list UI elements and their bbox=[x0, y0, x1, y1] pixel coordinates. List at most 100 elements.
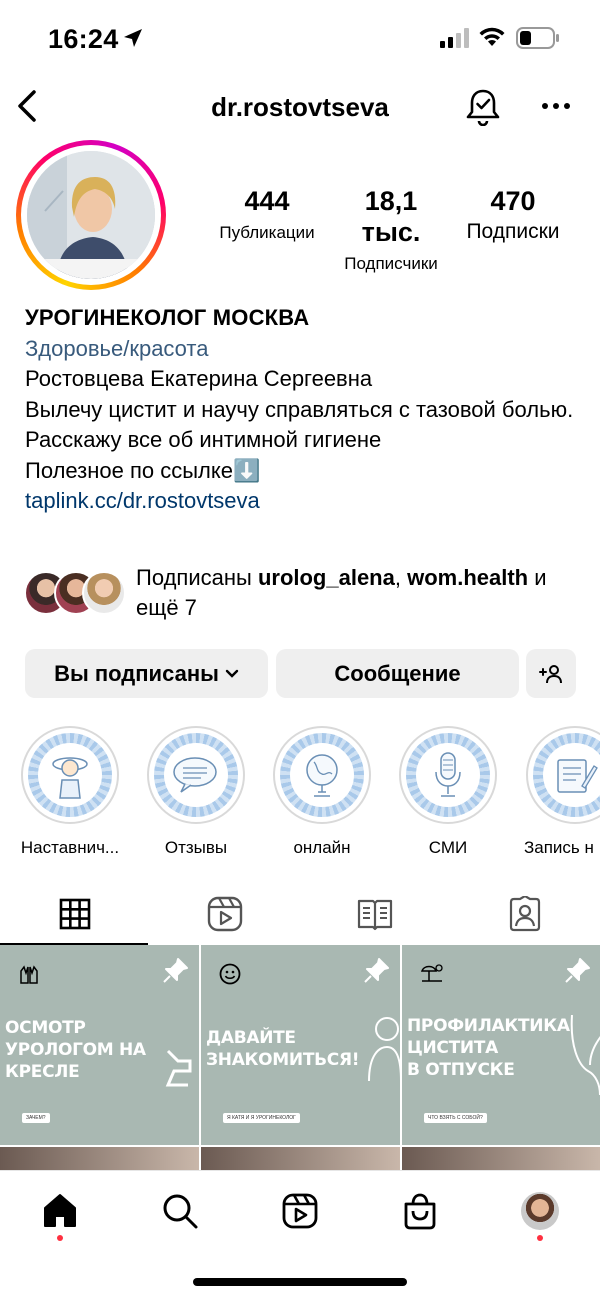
highlight-label: СМИ bbox=[428, 838, 468, 857]
profile-username: dr.rostovtseva bbox=[211, 92, 389, 122]
bio-category[interactable]: Здоровье/красота bbox=[25, 334, 585, 365]
home-icon bbox=[44, 1194, 76, 1227]
bottom-navigation bbox=[0, 1170, 600, 1297]
pin-icon bbox=[565, 958, 590, 983]
suggested-users-button[interactable] bbox=[526, 649, 576, 698]
followers-count[interactable]: 18,1 тыс. Подписчики bbox=[332, 186, 450, 274]
search-icon bbox=[163, 1194, 198, 1229]
post-tile[interactable] bbox=[402, 1147, 600, 1170]
nav-profile[interactable] bbox=[510, 1189, 570, 1233]
smiley-icon bbox=[219, 963, 241, 985]
bell-check-icon bbox=[466, 89, 500, 127]
mutual-follower-user[interactable]: urolog_alena bbox=[258, 565, 395, 590]
home-notification-dot bbox=[57, 1235, 63, 1241]
battery-icon bbox=[516, 27, 559, 49]
cellular-signal-icon bbox=[440, 28, 469, 48]
post-title: ОСМОТР УРОЛОГОМ НА КРЕСЛЕ bbox=[5, 1018, 146, 1082]
bio-name: УРОГИНЕКОЛОГ МОСКВА bbox=[25, 305, 310, 330]
bio-line: Вылечу цистит и научу справляться с тазо… bbox=[25, 396, 574, 422]
post-tile[interactable] bbox=[0, 1147, 199, 1170]
post-tile[interactable]: ОСМОТР УРОЛОГОМ НА КРЕСЛЕ ЗАЧЕМ? bbox=[0, 945, 199, 1145]
exam-chair-illustration bbox=[165, 1049, 192, 1087]
highlight-item[interactable]: Наставнич... bbox=[20, 726, 120, 858]
reels-icon bbox=[207, 896, 243, 932]
post-tile[interactable] bbox=[201, 1147, 400, 1170]
more-dots-icon bbox=[542, 103, 570, 109]
following-button-label: Вы подписаны bbox=[54, 660, 219, 686]
tab-tagged[interactable] bbox=[450, 883, 600, 945]
bio-line: Ростовцева Екатерина Сергеевна bbox=[25, 366, 373, 391]
following-count[interactable]: 470 Подписки bbox=[454, 186, 572, 244]
add-person-icon bbox=[539, 664, 562, 683]
beach-icon bbox=[420, 964, 443, 982]
highlight-label: Наставнич... bbox=[20, 838, 120, 857]
location-arrow-icon bbox=[124, 29, 142, 47]
doctor-illustration bbox=[368, 1017, 400, 1081]
status-time: 16:24 bbox=[48, 24, 119, 54]
gloves-icon bbox=[20, 965, 38, 984]
girl-icon bbox=[52, 757, 88, 799]
chat-bubbles-icon bbox=[173, 757, 217, 793]
notifications-button[interactable] bbox=[464, 86, 502, 127]
notepad-icon bbox=[557, 759, 598, 793]
highlight-item[interactable]: онлайн bbox=[272, 726, 372, 858]
wifi-icon bbox=[479, 27, 505, 46]
home-indicator bbox=[193, 1278, 407, 1286]
posts-count[interactable]: 444 Публикации bbox=[208, 186, 326, 243]
posts-count-label: Публикации bbox=[219, 223, 315, 242]
tab-posts-grid[interactable] bbox=[0, 883, 150, 945]
post-tag: ЗАЧЕМ? bbox=[22, 1113, 50, 1123]
posts-count-value: 444 bbox=[244, 186, 290, 216]
profile-notification-dot bbox=[537, 1235, 543, 1241]
mutual-follower-user[interactable]: wom.health bbox=[407, 565, 528, 590]
avatar bbox=[82, 571, 126, 615]
followers-count-label: Подписчики bbox=[344, 254, 438, 273]
following-button[interactable]: Вы подписаны bbox=[25, 649, 268, 698]
avatar bbox=[521, 1192, 559, 1230]
following-count-label: Подписки bbox=[466, 220, 560, 243]
pin-icon bbox=[163, 958, 188, 983]
highlight-label: Запись н bbox=[524, 838, 594, 857]
bio-link[interactable]: taplink.cc/dr.rostovtseva bbox=[25, 486, 585, 517]
profile-bio: УРОГИНЕКОЛОГ МОСКВА Здоровье/красота Рос… bbox=[25, 303, 585, 517]
highlight-item[interactable]: Отзывы bbox=[146, 726, 246, 858]
nav-shop[interactable] bbox=[390, 1189, 450, 1233]
nav-reels[interactable] bbox=[270, 1189, 330, 1233]
nav-search[interactable] bbox=[150, 1189, 210, 1233]
post-tile[interactable]: ДАВАЙТЕ ЗНАКОМИТЬСЯ! Я КАТЯ И Я УРОГИНЕК… bbox=[201, 945, 400, 1145]
highlight-item[interactable]: Запись н bbox=[524, 726, 600, 858]
grid-icon bbox=[59, 898, 91, 930]
message-button-label: Сообщение bbox=[334, 660, 461, 686]
bio-line: Полезное по ссылке⬇️ bbox=[25, 457, 261, 483]
nav-home[interactable] bbox=[30, 1189, 90, 1233]
status-bar: 16:24 bbox=[0, 0, 600, 80]
post-title: ДАВАЙТЕ ЗНАКОМИТЬСЯ! bbox=[206, 1028, 360, 1070]
profile-photo-illustration bbox=[27, 151, 155, 279]
microphone-icon bbox=[435, 752, 461, 797]
more-options-button[interactable] bbox=[538, 88, 574, 124]
pin-icon bbox=[364, 958, 389, 983]
tab-guides[interactable] bbox=[300, 883, 450, 945]
mutual-followers-avatars[interactable] bbox=[24, 571, 128, 617]
tagged-person-icon bbox=[509, 896, 541, 932]
followers-count-value: 18,1 тыс. bbox=[361, 186, 421, 247]
post-tile[interactable]: ПРОФИЛАКТИКА ЦИСТИТА В ОТПУСКЕ ЧТО ВЗЯТЬ… bbox=[402, 945, 600, 1145]
globe-icon bbox=[306, 754, 338, 797]
chevron-down-icon bbox=[225, 669, 239, 678]
post-tag: Я КАТЯ И Я УРОГИНЕКОЛОГ bbox=[223, 1113, 300, 1123]
highlight-item[interactable]: СМИ bbox=[398, 726, 498, 858]
message-button[interactable]: Сообщение bbox=[276, 649, 519, 698]
guides-book-icon bbox=[357, 899, 393, 931]
body-illustration bbox=[570, 1015, 600, 1095]
profile-tabs bbox=[0, 883, 600, 945]
highlight-label: Отзывы bbox=[164, 838, 228, 857]
highlight-label: онлайн bbox=[293, 838, 351, 857]
reels-icon bbox=[282, 1193, 318, 1229]
profile-header: dr.rostovtseva bbox=[0, 80, 600, 134]
tab-reels[interactable] bbox=[150, 883, 300, 945]
mutual-followers-text[interactable]: Подписаны urolog_alena, wom.health и ещё… bbox=[136, 563, 576, 623]
bio-line: Расскажу все об интимной гигиене bbox=[25, 427, 382, 452]
story-ring[interactable] bbox=[16, 140, 166, 290]
posts-grid: ОСМОТР УРОЛОГОМ НА КРЕСЛЕ ЗАЧЕМ? ДАВАЙТЕ… bbox=[0, 945, 600, 1170]
following-count-value: 470 bbox=[490, 186, 536, 216]
